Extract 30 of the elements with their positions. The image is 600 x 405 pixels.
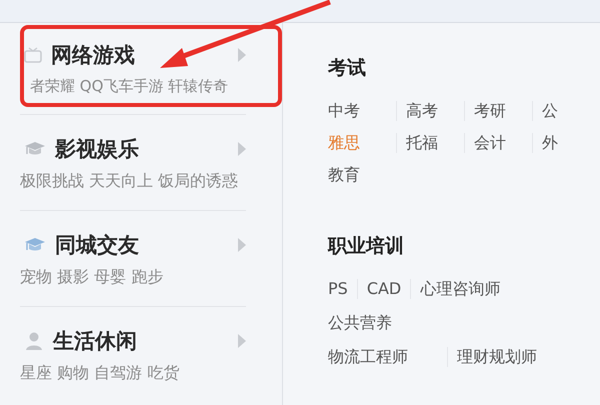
category-tags: 极限挑战 天天向上 饭局的诱惑: [20, 171, 246, 192]
training-link[interactable]: PS: [328, 279, 357, 299]
training-link[interactable]: 心理咨询师: [410, 279, 510, 299]
training-link[interactable]: 物流工程师: [328, 347, 417, 367]
person-icon: [24, 331, 44, 351]
category-title[interactable]: 网络游戏: [51, 41, 229, 69]
chevron-icon: [238, 48, 246, 62]
training-link[interactable]: CAD: [356, 279, 410, 299]
exam-link[interactable]: 高考: [396, 101, 464, 121]
training-link[interactable]: 理财规划师: [447, 347, 546, 367]
section-title: 职业培训: [328, 234, 405, 259]
category-title[interactable]: 同城交友: [55, 231, 229, 259]
chevron-icon: [238, 334, 246, 348]
exam-link[interactable]: 外: [532, 133, 600, 153]
exam-link[interactable]: 托福: [396, 133, 464, 153]
category-title[interactable]: 影视娱乐: [55, 135, 229, 163]
exam-link[interactable]: 教育: [328, 165, 396, 185]
category-tags: 者荣耀 QQ飞车手游 轩辕传奇: [30, 77, 246, 96]
chevron-icon: [238, 238, 246, 252]
exam-link[interactable]: 考研: [464, 101, 532, 121]
exam-link[interactable]: 中考: [328, 101, 396, 121]
section-title: 考试: [328, 56, 367, 81]
category-tags: 宠物 摄影 母婴 跑步: [20, 267, 246, 288]
training-link[interactable]: 公共营养: [328, 313, 401, 333]
exam-link[interactable]: 会计: [464, 133, 532, 153]
tv-icon: [24, 47, 42, 63]
exam-link[interactable]: 公: [532, 101, 600, 121]
category-title[interactable]: 生活休闲: [53, 327, 229, 355]
chevron-icon: [238, 142, 246, 156]
category-tags: 星座 购物 自驾游 吃货: [20, 363, 246, 384]
